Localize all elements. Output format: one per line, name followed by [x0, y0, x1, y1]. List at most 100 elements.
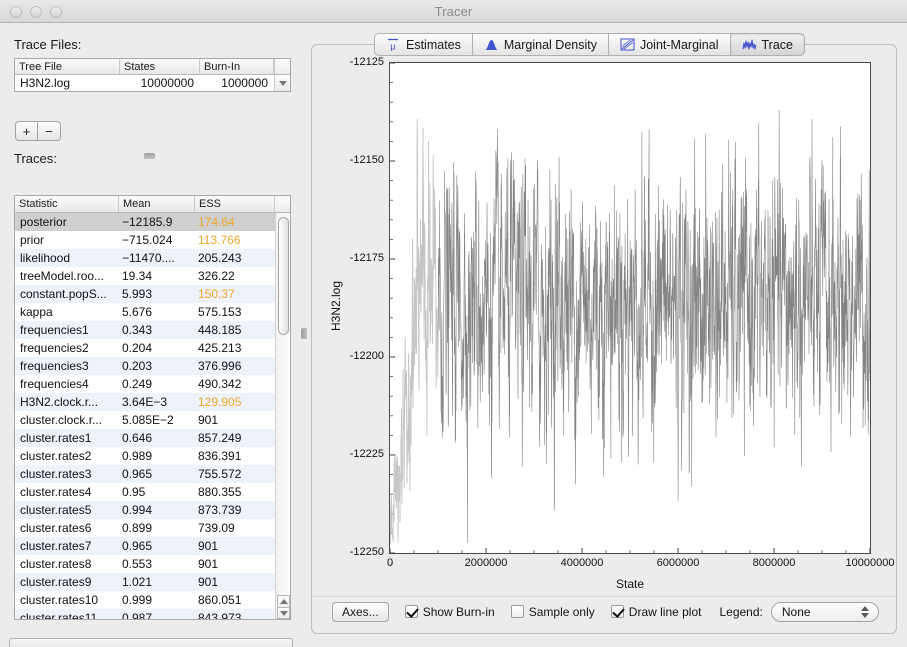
zoom-button[interactable] — [50, 6, 62, 18]
cell-ess: 326.22 — [198, 269, 235, 283]
table-row[interactable]: constant.popS... 5.993 150.37 — [15, 285, 290, 303]
table-row[interactable]: cluster.clock.r... 5.085E−2 901 — [15, 411, 290, 429]
horizontal-splitter-handle[interactable] — [144, 153, 155, 159]
tab-trace[interactable]: Trace — [730, 33, 805, 56]
chart-tabbar: μ Estimates Marginal Density Joint-Marginal… — [374, 33, 805, 56]
cell-mean: −11470.... — [122, 251, 175, 265]
sample-only-label: Sample only — [528, 604, 595, 619]
checkbox-box[interactable] — [610, 605, 624, 618]
table-row[interactable]: cluster.rates11 0.987 843.973 — [15, 609, 290, 619]
stepper-icon[interactable] — [859, 604, 872, 621]
table-row[interactable]: kappa 5.676 575.153 — [15, 303, 290, 321]
x-axis-tick-labels: 0 2000000 4000000 6000000 8000000 10000000 — [372, 557, 895, 577]
cell-ess: 873.739 — [198, 503, 242, 517]
table-row[interactable]: frequencies2 0.204 425.213 — [15, 339, 290, 357]
table-row[interactable]: H3N2.clock.r... 3.64E−3 129.905 — [15, 393, 290, 411]
chart-controls-bar: Axes... Show Burn-in Sample only Draw li… — [312, 596, 896, 626]
column-header-burn-in[interactable]: Burn-In — [200, 59, 274, 74]
tab-marginal-density[interactable]: Marginal Density — [472, 33, 609, 56]
table-row[interactable]: frequencies4 0.249 490.342 — [15, 375, 290, 393]
scroll-up-button[interactable] — [277, 595, 290, 607]
cell-ess: 836.391 — [198, 449, 242, 463]
cell-statistic: cluster.rates10 — [20, 593, 99, 607]
cell-mean: 5.085E−2 — [122, 413, 174, 427]
cell-ess: 448.185 — [198, 323, 242, 337]
cell-statistic: frequencies3 — [20, 359, 89, 373]
mu-icon: μ — [386, 38, 401, 51]
table-row[interactable]: likelihood −11470.... 205.243 — [15, 249, 290, 267]
table-row[interactable]: cluster.rates9 1.021 901 — [15, 573, 290, 591]
table-row[interactable]: frequencies3 0.203 376.996 — [15, 357, 290, 375]
x-tick-label: 10000000 — [845, 557, 895, 569]
checkbox-box[interactable] — [404, 605, 418, 618]
add-trace-file-button[interactable]: + — [15, 121, 38, 141]
table-row[interactable]: treeModel.roo... 19.34 326.22 — [15, 267, 290, 285]
trace-files-label: Trace Files: — [14, 37, 82, 52]
table-row[interactable]: H3N2.log 10000000 1000000 — [15, 75, 290, 91]
axes-button[interactable]: Axes... — [332, 601, 389, 622]
table-row[interactable]: cluster.rates4 0.95 880.355 — [15, 483, 290, 501]
window-traffic-lights — [10, 6, 62, 18]
left-panel: Trace Files: Tree File States Burn-In H3… — [0, 23, 304, 647]
table-row[interactable]: frequencies1 0.343 448.185 — [15, 321, 290, 339]
cell-ess: 755.572 — [198, 467, 242, 481]
table-row[interactable]: cluster.rates3 0.965 755.572 — [15, 465, 290, 483]
table-row[interactable]: posterior −12185.9 174.64 — [15, 213, 290, 231]
vertical-splitter-handle[interactable] — [301, 328, 307, 339]
cell-ess: 174.64 — [198, 215, 235, 229]
scrollbar-arrows — [277, 595, 290, 619]
table-row[interactable]: prior −715.024 113.766 — [15, 231, 290, 249]
cell-ess: 129.905 — [198, 395, 242, 409]
column-header-spacer — [275, 196, 290, 212]
y-tick-label: -12175 — [349, 252, 384, 264]
traces-table-body: posterior −12185.9 174.64 prior −715.024 113.… — [15, 213, 290, 619]
show-burn-in-checkbox[interactable]: Show Burn-in — [404, 605, 495, 619]
scrollbar-thumb[interactable] — [278, 217, 289, 335]
column-header-mean[interactable]: Mean — [119, 196, 195, 212]
legend-select[interactable]: None — [770, 601, 879, 622]
column-header-states[interactable]: States — [120, 59, 200, 74]
tab-estimates[interactable]: μ Estimates — [374, 33, 473, 56]
minimize-button[interactable] — [30, 6, 42, 18]
legend-label: Legend: — [719, 604, 763, 619]
cell-mean: 0.965 — [122, 467, 153, 481]
table-row[interactable]: cluster.rates7 0.965 901 — [15, 537, 290, 555]
cell-mean: 0.343 — [122, 323, 153, 337]
traces-scrollbar[interactable] — [275, 213, 290, 619]
cell-statistic: cluster.clock.r... — [20, 413, 103, 427]
row-dropdown-button[interactable] — [274, 75, 290, 91]
cell-ess: 880.355 — [198, 485, 242, 499]
scroll-down-button[interactable] — [277, 607, 290, 619]
cell-statistic: H3N2.clock.r... — [20, 395, 99, 409]
close-button[interactable] — [10, 6, 22, 18]
draw-line-plot-checkbox[interactable]: Draw line plot — [610, 605, 701, 619]
column-header-statistic[interactable]: Statistic — [15, 196, 119, 212]
cell-ess: 150.37 — [198, 287, 235, 301]
cell-mean: 0.994 — [122, 503, 153, 517]
table-row[interactable]: cluster.rates2 0.989 836.391 — [15, 447, 290, 465]
table-row[interactable]: cluster.rates5 0.994 873.739 — [15, 501, 290, 519]
table-row[interactable]: cluster.rates10 0.999 860.051 — [15, 591, 290, 609]
y-axis-tick-labels: -12250 -12225 -12200 -12175 -12150 -12125 — [312, 52, 384, 572]
traces-table[interactable]: Statistic Mean ESS posterior −12185.9 174.… — [14, 195, 291, 620]
cell-ess: 205.243 — [198, 251, 242, 265]
column-header-ess[interactable]: ESS — [195, 196, 275, 212]
checkbox-box[interactable] — [510, 605, 524, 618]
column-header-tree-file[interactable]: Tree File — [15, 59, 120, 74]
table-row[interactable]: cluster.rates1 0.646 857.249 — [15, 429, 290, 447]
trace-files-table[interactable]: Tree File States Burn-In H3N2.log 100000… — [14, 58, 291, 92]
table-row[interactable]: cluster.rates6 0.899 739.09 — [15, 519, 290, 537]
cell-mean: 0.203 — [122, 359, 153, 373]
cell-ess: 901 — [198, 539, 219, 553]
window-title: Tracer — [434, 3, 473, 19]
table-row[interactable]: cluster.rates8 0.553 901 — [15, 555, 290, 573]
tab-joint-marginal[interactable]: Joint-Marginal — [608, 33, 731, 56]
cell-ess: 901 — [198, 557, 219, 571]
cell-ess: 425.213 — [198, 341, 242, 355]
trace-plot-canvas[interactable] — [389, 62, 871, 554]
remove-trace-file-button[interactable]: − — [38, 121, 61, 141]
x-tick-label: 2000000 — [464, 557, 508, 569]
cell-statistic: prior — [20, 233, 45, 247]
cell-statistic: constant.popS... — [20, 287, 107, 301]
sample-only-checkbox[interactable]: Sample only — [510, 604, 595, 619]
